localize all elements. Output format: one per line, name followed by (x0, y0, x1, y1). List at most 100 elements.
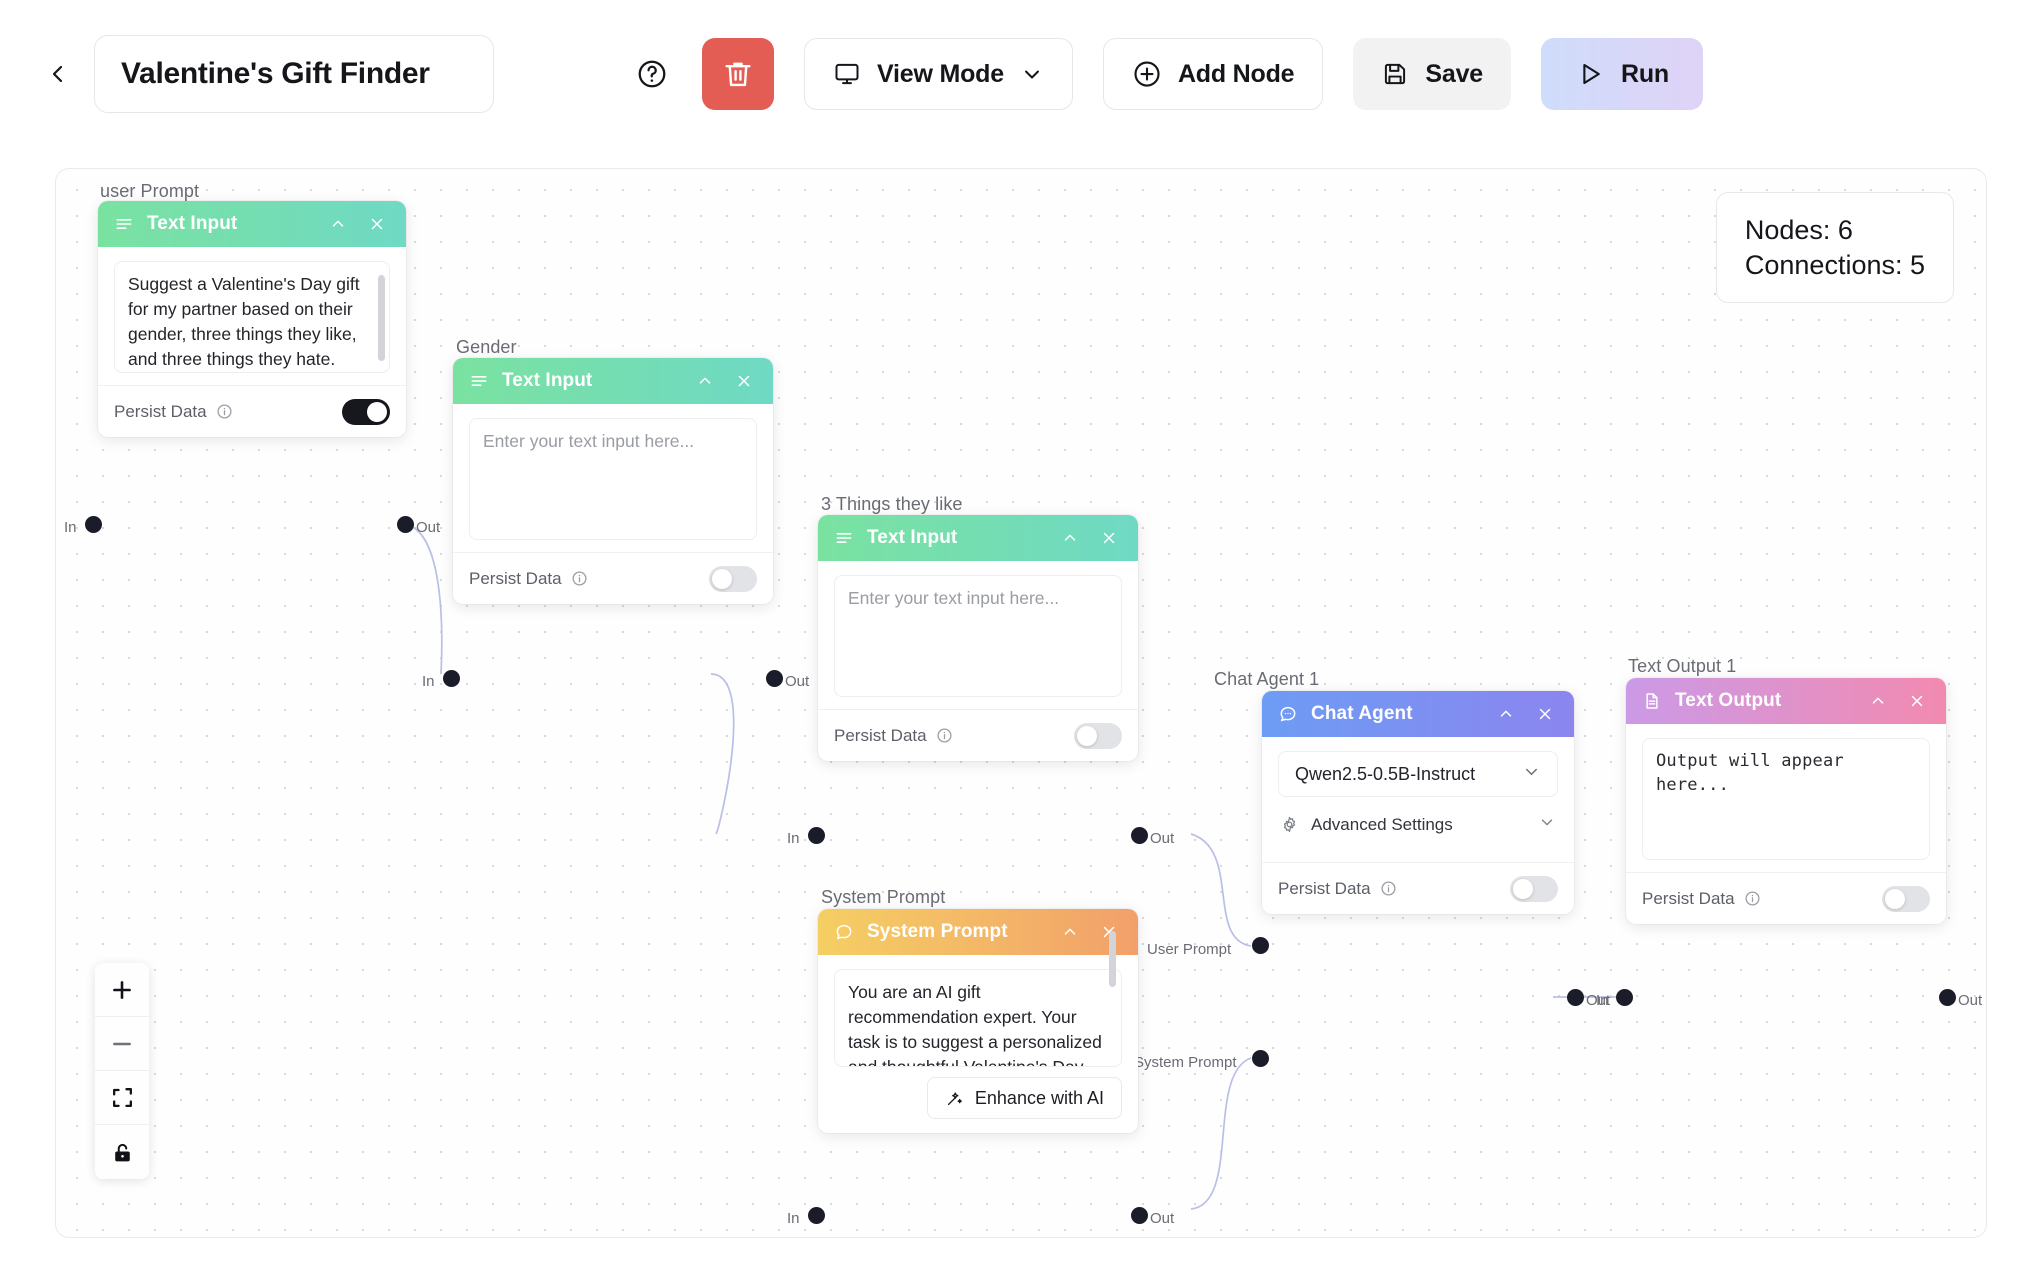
enhance-with-ai-button[interactable]: Enhance with AI (926, 1077, 1122, 1119)
view-mode-button[interactable]: View Mode (804, 38, 1073, 110)
node-footer: Persist Data (1262, 862, 1574, 914)
node-chat-agent[interactable]: Chat Agent Qwen2.5-0.5B-Instruct Advance… (1262, 691, 1574, 914)
workflow-canvas[interactable]: user Prompt Text Input Suggest a Valenti… (55, 168, 1987, 1238)
textarea-scrollbar[interactable] (1109, 931, 1116, 987)
text-input-field[interactable]: Enter your text input here... (469, 418, 757, 540)
port-in-system-prompt[interactable] (808, 1207, 825, 1224)
port-out-chat-agent[interactable] (1567, 989, 1584, 1006)
info-circle-icon[interactable] (936, 727, 953, 744)
workflow-title-field[interactable]: Valentine's Gift Finder (94, 35, 494, 113)
node-caption-chat-agent: Chat Agent 1 (1214, 669, 1320, 689)
persist-data-toggle[interactable] (342, 398, 390, 425)
advanced-settings-label: Advanced Settings (1311, 814, 1453, 834)
port-in-three-things-like[interactable] (808, 827, 825, 844)
delete-workflow-button[interactable] (702, 38, 774, 110)
port-out-three-things-like[interactable] (1131, 827, 1148, 844)
node-title: System Prompt (867, 921, 1008, 942)
toggle-knob (1885, 888, 1905, 909)
port-in-text-output[interactable] (1616, 989, 1633, 1006)
fit-view-button[interactable] (95, 1071, 149, 1125)
port-in-user-prompt[interactable] (85, 516, 102, 533)
collapse-button[interactable] (1057, 525, 1083, 551)
node-caption-three-things-like: 3 Things they like (821, 494, 963, 514)
text-output-field[interactable]: Output will appear here... (1642, 738, 1930, 860)
back-button[interactable] (36, 52, 80, 96)
chevron-down-icon (1522, 762, 1541, 786)
add-node-button[interactable]: Add Node (1102, 38, 1324, 110)
collapse-button[interactable] (692, 368, 718, 394)
chevron-up-icon (1872, 697, 1884, 704)
zoom-in-button[interactable] (95, 963, 149, 1017)
close-button[interactable] (1096, 525, 1122, 551)
persist-data-toggle[interactable] (709, 565, 757, 592)
text-input-field[interactable]: Suggest a Valentine's Day gift for my pa… (114, 261, 390, 373)
collapse-button[interactable] (1057, 919, 1083, 945)
connections-count-text: Connections: 5 (1744, 249, 1925, 280)
gear-icon (1283, 816, 1296, 833)
port-in-gender[interactable] (443, 670, 460, 687)
port-in-user-prompt-chat-agent[interactable] (1252, 937, 1269, 954)
node-title: Text Output (1675, 690, 1782, 711)
model-select[interactable]: Qwen2.5-0.5B-Instruct (1278, 751, 1558, 797)
zoom-out-button[interactable] (95, 1017, 149, 1071)
port-out-label: Out (1958, 992, 1983, 1009)
node-system-prompt[interactable]: System Prompt You are an AI gift recomme… (818, 909, 1138, 1133)
close-x-icon (1911, 695, 1923, 707)
info-circle-icon[interactable] (1380, 880, 1397, 897)
close-button[interactable] (364, 211, 390, 237)
persist-data-toggle[interactable] (1510, 875, 1558, 902)
node-header[interactable]: Text Output (1626, 678, 1946, 724)
help-circle-icon (638, 60, 666, 88)
node-footer: Persist Data (98, 385, 406, 437)
port-in-label: In (1596, 992, 1609, 1009)
system-prompt-field[interactable]: You are an AI gift recommendation expert… (834, 969, 1122, 1067)
lock-canvas-button[interactable] (95, 1125, 149, 1179)
save-button[interactable]: Save (1353, 38, 1511, 110)
close-button[interactable] (1904, 688, 1930, 714)
plus-icon (113, 980, 131, 999)
run-button[interactable]: Run (1540, 38, 1703, 110)
port-out-system-prompt[interactable] (1131, 1207, 1148, 1224)
help-button[interactable] (624, 46, 680, 102)
info-circle-icon[interactable] (1744, 890, 1761, 907)
enhance-row: Enhance with AI (834, 1067, 1122, 1121)
persist-data-toggle[interactable] (1882, 885, 1930, 912)
top-toolbar: Valentine's Gift Finder View Mode Add No… (0, 0, 2042, 148)
node-header[interactable]: System Prompt (818, 909, 1138, 955)
port-out-user-prompt[interactable] (397, 516, 414, 533)
port-out-text-output[interactable] (1939, 989, 1956, 1006)
port-out-gender[interactable] (766, 670, 783, 687)
node-body: Qwen2.5-0.5B-Instruct Advanced Settings (1262, 737, 1574, 848)
node-text-input-gender[interactable]: Text Input Enter your text input here...… (453, 358, 773, 604)
node-header[interactable]: Chat Agent (1262, 691, 1574, 737)
run-label: Run (1620, 59, 1669, 88)
advanced-settings-row[interactable]: Advanced Settings (1278, 797, 1558, 844)
node-body: Output will appear here... (1626, 724, 1946, 872)
info-circle-icon[interactable] (216, 403, 233, 420)
close-x-icon (738, 375, 750, 387)
node-text-output[interactable]: Text Output Output will appear here... P… (1626, 678, 1946, 924)
add-node-label: Add Node (1177, 59, 1295, 88)
collapse-button[interactable] (325, 211, 351, 237)
port-label-user-prompt: User Prompt (1147, 941, 1232, 958)
node-header[interactable]: Text Input (453, 358, 773, 404)
text-lines-icon (116, 219, 132, 229)
node-body: Enter your text input here... (818, 561, 1138, 709)
node-header[interactable]: Text Input (818, 515, 1138, 561)
play-triangle-icon (1583, 63, 1600, 85)
text-input-field[interactable]: Enter your text input here... (834, 575, 1122, 697)
port-in-label: In (422, 673, 435, 690)
node-header[interactable]: Text Input (98, 201, 406, 247)
node-text-input-user-prompt[interactable]: Text Input Suggest a Valentine's Day gif… (98, 201, 406, 437)
node-text-input-three-things-like[interactable]: Text Input Enter your text input here...… (818, 515, 1138, 761)
textarea-scrollbar[interactable] (378, 275, 385, 361)
chevron-down-icon (1538, 813, 1556, 836)
close-button[interactable] (731, 368, 757, 394)
node-title: Text Input (502, 370, 593, 391)
collapse-button[interactable] (1493, 701, 1519, 727)
close-button[interactable] (1532, 701, 1558, 727)
port-in-system-prompt-chat-agent[interactable] (1252, 1050, 1269, 1067)
collapse-button[interactable] (1865, 688, 1891, 714)
persist-data-toggle[interactable] (1074, 722, 1122, 749)
info-circle-icon[interactable] (571, 570, 588, 587)
